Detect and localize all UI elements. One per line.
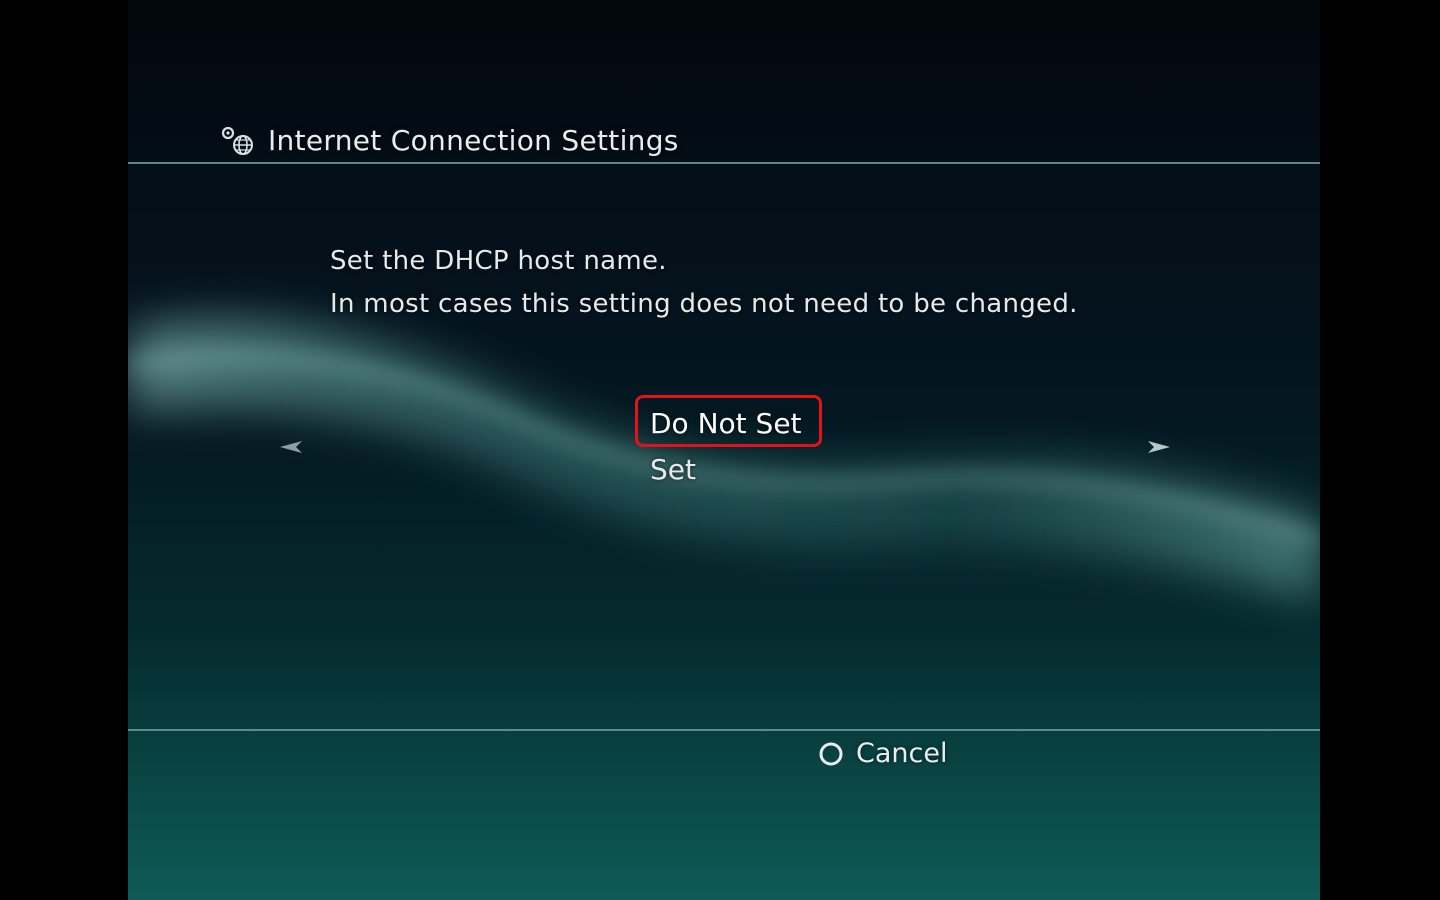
arrow-left-icon[interactable]	[278, 437, 304, 457]
header: Internet Connection Settings	[220, 118, 679, 162]
network-settings-icon	[221, 126, 253, 155]
arrow-right-icon[interactable]	[1146, 437, 1172, 457]
option-list: Do Not Set Set	[635, 395, 822, 493]
option-set[interactable]: Set	[635, 447, 822, 493]
cancel-label: Cancel	[856, 738, 948, 769]
message-line-1: Set the DHCP host name.	[330, 246, 667, 276]
message-line-2: In most cases this setting does not need…	[330, 289, 1078, 319]
circle-button-icon	[819, 742, 843, 765]
cancel-button[interactable]: Cancel	[818, 738, 947, 769]
header-divider	[128, 162, 1320, 164]
footer-divider	[128, 729, 1320, 731]
ps3-settings-screen: Internet Connection Settings Set the DHC…	[128, 0, 1320, 900]
option-do-not-set[interactable]: Do Not Set	[635, 395, 822, 447]
page-title: Internet Connection Settings	[268, 123, 679, 157]
instruction-message: Set the DHCP host name. In most cases th…	[330, 240, 1078, 326]
